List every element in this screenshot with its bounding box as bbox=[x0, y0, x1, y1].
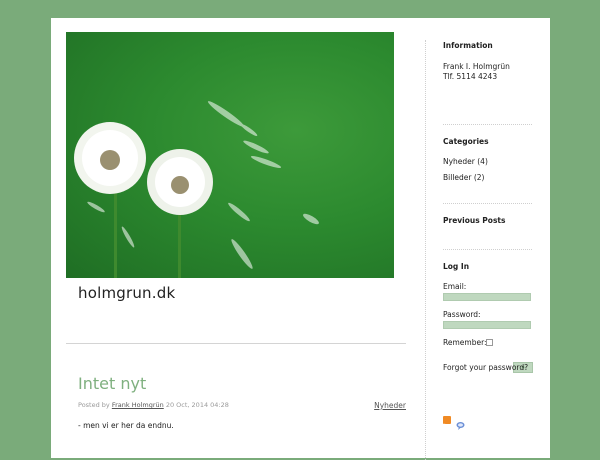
rss-icon[interactable] bbox=[443, 416, 451, 431]
sidebar-separator bbox=[425, 40, 426, 460]
remember-checkbox[interactable] bbox=[486, 339, 493, 346]
email-label: Email: bbox=[443, 282, 467, 291]
remember-label: Remember: bbox=[443, 338, 487, 347]
previous-posts-heading: Previous Posts bbox=[443, 216, 506, 225]
comments-feed-icon[interactable] bbox=[456, 415, 465, 430]
divider bbox=[443, 249, 532, 250]
password-label: Password: bbox=[443, 310, 481, 319]
site-title[interactable]: holmgrun.dk bbox=[78, 284, 175, 302]
category-link-billeder[interactable]: Billeder (2) bbox=[443, 173, 484, 182]
forgot-password-link[interactable]: Forgot your password? bbox=[443, 363, 528, 372]
category-link-nyheder[interactable]: Nyheder (4) bbox=[443, 157, 488, 166]
password-input[interactable] bbox=[443, 321, 531, 329]
post-category-link[interactable]: Nyheder bbox=[374, 401, 406, 410]
posted-by-label: Posted by bbox=[78, 401, 110, 409]
page-container: holmgrun.dk Intet nyt Posted by Frank Ho… bbox=[51, 18, 550, 460]
owner-phone: Tlf. 5114 4243 bbox=[443, 72, 498, 81]
login-heading: Log In bbox=[443, 262, 470, 271]
divider bbox=[443, 203, 532, 204]
divider bbox=[443, 124, 532, 125]
post-title[interactable]: Intet nyt bbox=[78, 374, 146, 393]
post-date: 20 Oct, 2014 04:28 bbox=[165, 401, 229, 409]
email-input[interactable] bbox=[443, 293, 531, 301]
post-body: - men vi er her da endnu. bbox=[78, 421, 174, 430]
categories-heading: Categories bbox=[443, 137, 489, 146]
information-heading: Information bbox=[443, 41, 493, 50]
post-meta: Posted by Frank Holmgrün 20 Oct, 2014 04… bbox=[78, 401, 406, 410]
divider bbox=[66, 343, 406, 344]
author-link[interactable]: Frank Holmgrün bbox=[112, 401, 164, 409]
owner-name: Frank I. Holmgrün bbox=[443, 62, 510, 71]
header-image bbox=[66, 32, 394, 278]
